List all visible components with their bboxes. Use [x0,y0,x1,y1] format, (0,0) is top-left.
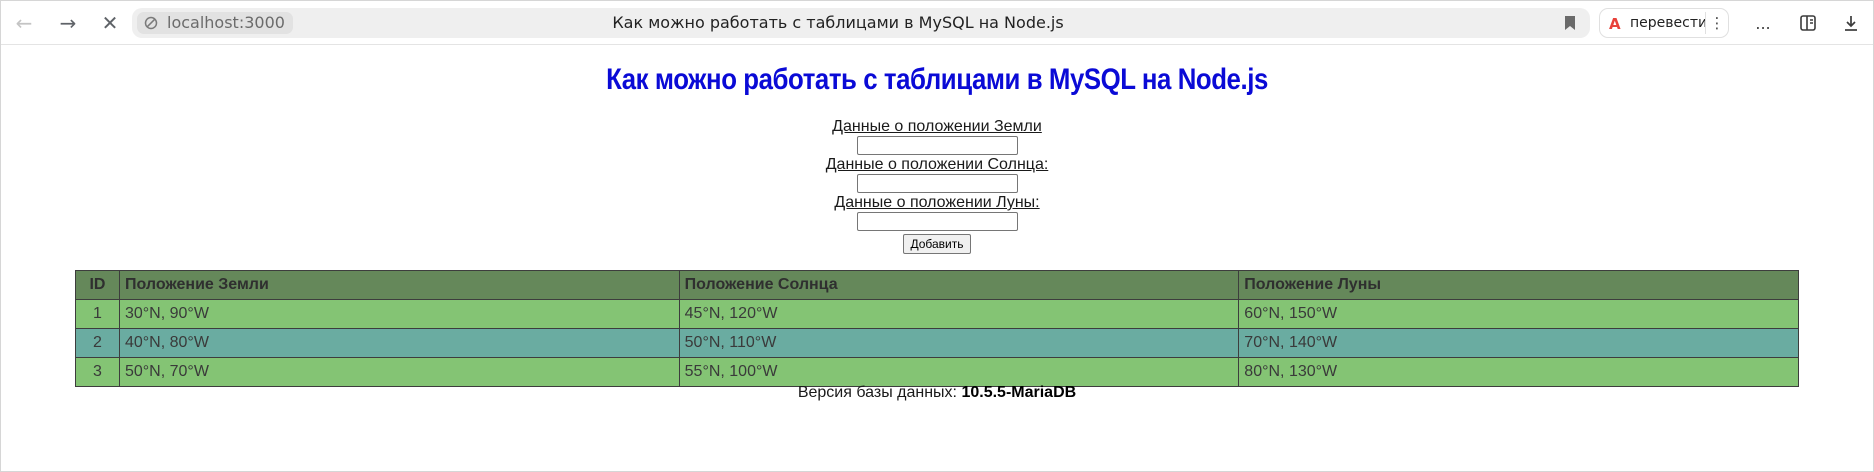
header-id: ID [75,270,120,300]
cell-earth: 50°N, 70°W [118,357,680,387]
bookmark-icon[interactable] [1564,16,1576,30]
browser-window: ← → ✕ localhost:3000 Как можно работать … [0,0,1874,472]
tab-title: Как можно работать с таблицами в MySQL н… [612,13,1064,32]
translate-button[interactable]: A перевести ⋮ [1599,8,1729,38]
header-sun: Положение Солнца [678,270,1240,300]
stop-loading-icon[interactable]: ✕ [96,9,124,37]
cell-id: 3 [75,357,120,387]
browser-toolbar: ← → ✕ localhost:3000 Как можно работать … [1,1,1873,45]
table-row: 2 40°N, 80°W 50°N, 110°W 70°N, 140°W [75,328,1799,358]
db-version-label: Версия базы данных: [797,384,957,401]
download-icon[interactable] [1837,9,1865,37]
cell-earth: 30°N, 90°W [118,299,680,329]
table-row: 3 50°N, 70°W 55°N, 100°W 80°N, 130°W [75,357,1799,387]
sun-position-label: Данные о положении Солнца: [825,156,1049,173]
positions-table: ID Положение Земли Положение Солнца Поло… [75,270,1799,387]
earth-position-input[interactable] [856,136,1018,155]
reading-list-icon[interactable] [1794,9,1822,37]
translate-icon: A [1609,15,1621,33]
cell-earth: 40°N, 80°W [118,328,680,358]
db-version: Версия базы данных: 10.5.5-MariaDB [1,384,1873,402]
cell-id: 1 [75,299,120,329]
moon-position-label: Данные о положении Луны: [834,194,1040,211]
cell-sun: 50°N, 110°W [678,328,1240,358]
translate-menu-icon[interactable]: ⋮ [1705,12,1728,34]
more-icon[interactable]: ... [1749,9,1777,37]
cell-sun: 45°N, 120°W [678,299,1240,329]
page-title: Как можно работать с таблицами в MySQL н… [606,63,1268,96]
table-header-row: ID Положение Земли Положение Солнца Поло… [75,270,1799,300]
cell-sun: 55°N, 100°W [678,357,1240,387]
sun-position-input[interactable] [856,174,1018,193]
add-position-form: Данные о положении Земли Данные о положе… [1,117,1873,254]
forward-icon[interactable]: → [54,9,82,37]
cell-moon: 60°N, 150°W [1238,299,1799,329]
db-version-value: 10.5.5-MariaDB [961,384,1077,401]
table-row: 1 30°N, 90°W 45°N, 120°W 60°N, 150°W [75,299,1799,329]
cell-moon: 80°N, 130°W [1238,357,1799,387]
page-content: Как можно работать с таблицами в MySQL н… [1,45,1873,471]
back-icon[interactable]: ← [10,9,38,37]
header-earth: Положение Земли [118,270,680,300]
moon-position-input[interactable] [856,212,1018,231]
header-moon: Положение Луны [1238,270,1799,300]
earth-position-label: Данные о положении Земли [832,118,1042,135]
cell-moon: 70°N, 140°W [1238,328,1799,358]
add-button[interactable]: Добавить [903,234,971,254]
translate-label: перевести [1630,15,1708,31]
cell-id: 2 [75,328,120,358]
address-bar[interactable]: localhost:3000 Как можно работать с табл… [132,8,1590,38]
